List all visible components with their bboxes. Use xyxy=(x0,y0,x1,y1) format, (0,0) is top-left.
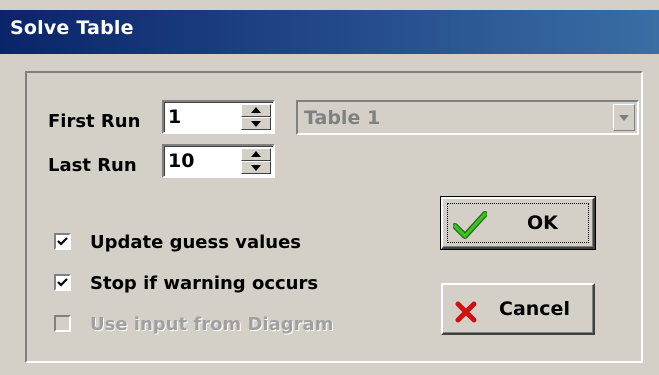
first-run-spinner[interactable] xyxy=(241,104,271,130)
first-run-decrement-button[interactable] xyxy=(241,117,271,130)
checkmark-icon xyxy=(57,278,68,287)
update-guess-label[interactable]: Update guess values xyxy=(90,232,301,254)
last-run-label: Last Run xyxy=(48,155,137,176)
last-run-increment-button[interactable] xyxy=(241,148,271,161)
title-bar[interactable]: Solve Table xyxy=(0,10,659,54)
last-run-decrement-button[interactable] xyxy=(241,161,271,174)
chevron-down-icon xyxy=(619,115,629,121)
checkmark-icon xyxy=(57,237,68,246)
arrow-down-icon xyxy=(251,121,261,127)
arrow-up-icon xyxy=(251,151,261,157)
use-diagram-label[interactable]: Use input from Diagram xyxy=(90,314,333,336)
first-run-value[interactable]: 1 xyxy=(168,105,181,129)
arrow-down-icon xyxy=(251,165,261,171)
first-run-increment-button[interactable] xyxy=(241,104,271,117)
last-run-spinner[interactable] xyxy=(241,148,271,174)
table-select-dropdown-button[interactable] xyxy=(613,104,635,131)
stop-warning-label[interactable]: Stop if warning occurs xyxy=(90,273,318,295)
use-diagram-checkbox[interactable] xyxy=(54,315,71,332)
last-run-value[interactable]: 10 xyxy=(168,149,194,173)
update-guess-checkbox[interactable] xyxy=(54,233,71,250)
arrow-up-icon xyxy=(251,107,261,113)
cancel-label: Cancel xyxy=(499,298,570,320)
window-title: Solve Table xyxy=(10,17,134,39)
first-run-field[interactable]: 1 xyxy=(162,100,275,134)
ok-button[interactable]: OK xyxy=(440,196,596,250)
ok-label: OK xyxy=(527,212,558,234)
cancel-button[interactable]: Cancel xyxy=(441,283,595,335)
table-select[interactable]: Table 1 xyxy=(296,100,639,135)
stop-warning-checkbox[interactable] xyxy=(54,274,71,291)
table-select-value: Table 1 xyxy=(304,107,381,129)
red-x-icon xyxy=(455,301,477,323)
first-run-label: First Run xyxy=(48,111,141,132)
green-checkmark-icon xyxy=(453,211,487,239)
last-run-field[interactable]: 10 xyxy=(162,144,275,178)
